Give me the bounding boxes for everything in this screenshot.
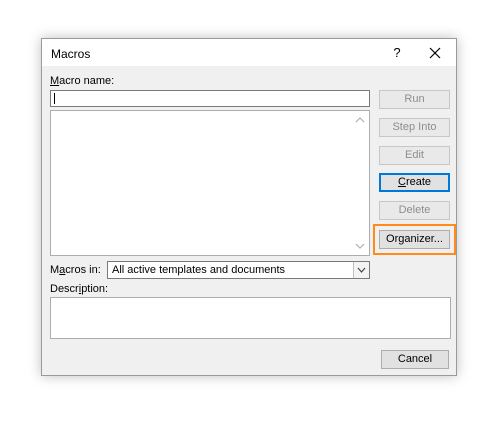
- description-box: [50, 297, 451, 339]
- macro-name-input[interactable]: [50, 90, 370, 107]
- edit-button[interactable]: Edit: [379, 146, 450, 165]
- cancel-button[interactable]: Cancel: [381, 350, 449, 369]
- macro-name-label: Macro name:: [50, 75, 115, 87]
- title-bar: Macros ?: [42, 39, 456, 66]
- close-button[interactable]: [418, 42, 452, 64]
- delete-button[interactable]: Delete: [379, 201, 450, 220]
- macros-in-dropdown[interactable]: All active templates and documents: [107, 261, 370, 279]
- macro-list[interactable]: [50, 110, 370, 256]
- text-caret: [54, 93, 55, 104]
- dropdown-button[interactable]: [353, 262, 369, 278]
- scroll-up-icon[interactable]: [355, 116, 365, 124]
- close-icon: [429, 47, 441, 59]
- organizer-button[interactable]: Organizer...: [379, 230, 450, 249]
- help-icon: ?: [393, 45, 401, 60]
- run-button[interactable]: Run: [379, 90, 450, 109]
- create-button[interactable]: Create: [379, 173, 450, 192]
- help-button[interactable]: ?: [382, 42, 412, 64]
- macros-dialog: Macros ? Macro name: Run Step Into Edit …: [41, 38, 457, 376]
- scroll-down-icon[interactable]: [355, 242, 365, 250]
- macros-in-label: Macros in:: [50, 264, 101, 276]
- dialog-title: Macros: [51, 47, 91, 61]
- chevron-down-icon: [357, 267, 366, 273]
- description-label: Description:: [50, 283, 109, 295]
- step-into-button[interactable]: Step Into: [379, 118, 450, 137]
- macros-in-value: All active templates and documents: [112, 264, 286, 276]
